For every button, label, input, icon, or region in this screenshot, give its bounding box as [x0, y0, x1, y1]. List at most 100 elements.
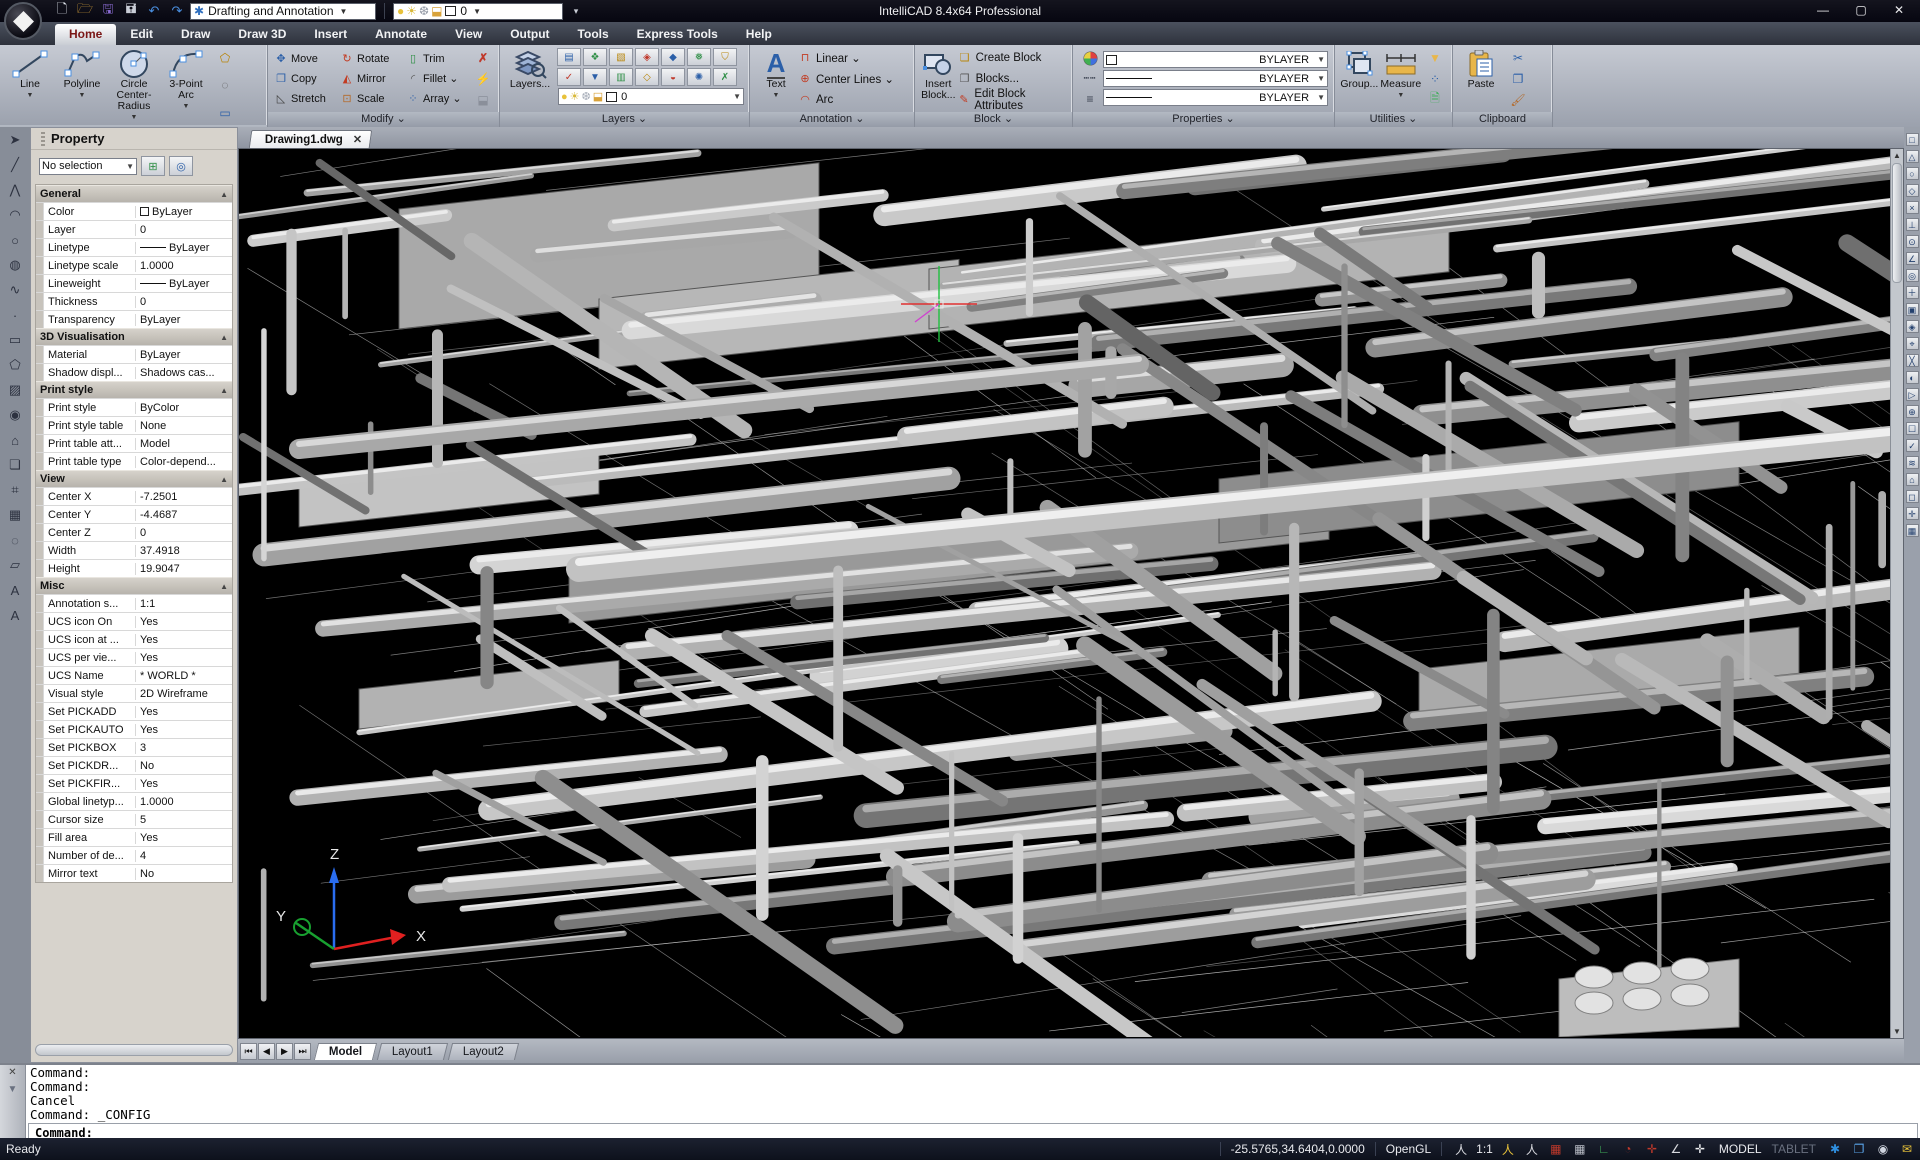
block-edit-block-attributes-button[interactable]: ✎Edit Block Attributes — [958, 91, 1068, 109]
line-icon[interactable]: ╱ — [4, 156, 26, 174]
utilities-group-label[interactable]: Utilities ⌄ — [1335, 112, 1452, 127]
tab-edit[interactable]: Edit — [116, 24, 167, 45]
text-button[interactable]: A Text ▼ — [754, 47, 798, 110]
esnap-tool-icon[interactable]: ✛ — [1906, 507, 1919, 520]
table-icon[interactable]: ▦ — [4, 506, 26, 524]
property-value[interactable]: Yes — [136, 832, 232, 844]
scroll-up-icon[interactable]: ▲ — [1891, 149, 1903, 162]
wipeout-icon[interactable]: ▱ — [4, 556, 26, 574]
esnap-tool-icon[interactable]: ＋ — [1906, 286, 1919, 299]
property-value[interactable]: ByLayer — [136, 349, 232, 361]
block-group-label[interactable]: Block ⌄ — [915, 112, 1072, 127]
modify-mirror-button[interactable]: ◭Mirror — [338, 69, 404, 89]
pointer-icon[interactable]: ➤ — [4, 131, 26, 149]
block-blocks----button[interactable]: ❐Blocks... — [958, 70, 1068, 88]
esnap-tool-icon[interactable]: ◻ — [1906, 490, 1919, 503]
redo-icon[interactable]: ↷ — [167, 2, 187, 20]
circle-icon[interactable]: ○ — [4, 231, 26, 249]
status-renderer[interactable]: OpenGL — [1386, 1142, 1431, 1156]
annotation-scale-icon[interactable]: 人 — [1452, 1141, 1470, 1157]
arc-icon[interactable]: ◠ — [4, 206, 26, 224]
polar-icon[interactable]: ◔ — [1619, 1141, 1637, 1157]
esnap-tool-icon[interactable]: ╳ — [1906, 354, 1919, 367]
maximize-button[interactable]: ▢ — [1842, 0, 1880, 20]
property-value[interactable]: No — [136, 760, 232, 772]
layer-thaw-icon[interactable]: ✺ — [687, 68, 711, 86]
crosshair-icon[interactable]: ✛ — [1691, 1141, 1709, 1157]
insert-block-button[interactable]: Insert Block... — [919, 47, 958, 110]
status-model-toggle[interactable]: MODEL — [1719, 1142, 1762, 1156]
section-header-general[interactable]: General▲ — [36, 185, 232, 202]
esnap-tool-icon[interactable]: ✓ — [1906, 439, 1919, 452]
filter-button[interactable]: ▼ — [1424, 48, 1446, 67]
text-aa-icon[interactable]: A — [4, 606, 26, 624]
property-value[interactable]: ByLayer — [136, 206, 232, 218]
polyline-button[interactable]: Polyline▼ — [56, 47, 108, 123]
property-value[interactable]: Model — [136, 438, 232, 450]
esnap-tool-icon[interactable]: ≋ — [1906, 456, 1919, 469]
new-file-icon[interactable]: 🗋 — [52, 2, 72, 20]
property-value[interactable]: * WORLD * — [136, 670, 232, 682]
status-tablet-toggle[interactable]: TABLET — [1772, 1142, 1816, 1156]
property-value[interactable]: Yes — [136, 778, 232, 790]
esnap-tool-icon[interactable]: ▦ — [1906, 524, 1919, 537]
esnap-tool-icon[interactable]: ▷ — [1906, 388, 1919, 401]
last-layout-icon[interactable]: ⏭ — [294, 1043, 311, 1060]
layer-on-icon[interactable]: ✓ — [557, 68, 581, 86]
audit-button[interactable]: 🗎 — [1424, 90, 1446, 109]
property-value[interactable]: None — [136, 420, 232, 432]
hatch-icon[interactable]: ▨ — [4, 381, 26, 399]
esnap-tool-icon[interactable]: ▣ — [1906, 303, 1919, 316]
match-properties-brush-icon[interactable]: 🖌 — [1507, 90, 1529, 109]
layer-new-icon[interactable]: ❖ — [583, 48, 607, 66]
property-value[interactable]: Yes — [136, 616, 232, 628]
modify-trim-button[interactable]: ▯Trim — [404, 49, 470, 69]
home-icon[interactable]: ⌂ — [4, 431, 26, 449]
layout-tab-layout1[interactable]: Layout1 — [377, 1043, 448, 1060]
undo-icon[interactable]: ↶ — [144, 2, 164, 20]
document-tab[interactable]: Drawing1.dwg ✕ — [249, 130, 373, 148]
tab-express-tools[interactable]: Express Tools — [623, 24, 732, 45]
save-icon[interactable]: 🖫 — [98, 2, 118, 20]
property-panel-scrollbar[interactable] — [35, 1044, 233, 1056]
tab-view[interactable]: View — [441, 24, 496, 45]
esnap-tool-icon[interactable]: □ — [1906, 133, 1919, 146]
application-menu-button[interactable] — [4, 2, 42, 40]
modify-scale-button[interactable]: ⊡Scale — [338, 89, 404, 109]
color-combo[interactable]: BYLAYER▼ — [1103, 51, 1328, 68]
property-value[interactable]: 37.4918 — [136, 545, 232, 557]
block-create-block-button[interactable]: ❏Create Block — [958, 49, 1068, 67]
esnap-tool-icon[interactable]: ◇ — [1906, 184, 1919, 197]
copy-clip-icon[interactable]: ❐ — [1507, 69, 1529, 88]
layout-tab-layout2[interactable]: Layout2 — [448, 1043, 519, 1060]
settings-gear-icon[interactable]: ✱ — [1826, 1141, 1844, 1157]
circle-center-radius-button[interactable]: CircleCenter-Radius▼ — [108, 47, 160, 123]
esnap-icon[interactable]: ✛ — [1643, 1141, 1661, 1157]
tab-draw-3d[interactable]: Draw 3D — [224, 24, 300, 45]
layer-walk-icon[interactable]: ▥ — [609, 68, 633, 86]
esnap-tool-icon[interactable]: ○ — [1906, 167, 1919, 180]
property-value[interactable]: Yes — [136, 724, 232, 736]
modify-fillet-button[interactable]: ◜Fillet ⌄ — [404, 69, 470, 89]
quick-select-button[interactable]: ◎ — [169, 156, 193, 176]
tab-insert[interactable]: Insert — [300, 24, 361, 45]
revision-icon[interactable]: ◌ — [4, 531, 26, 549]
close-button[interactable]: ✕ — [1880, 0, 1918, 20]
property-value[interactable]: Yes — [136, 706, 232, 718]
spline-icon[interactable]: ∿ — [4, 281, 26, 299]
paste-button[interactable]: Paste — [1457, 47, 1505, 110]
property-value[interactable]: 0 — [136, 224, 232, 236]
tab-annotate[interactable]: Annotate — [361, 24, 441, 45]
rectangle-icon[interactable]: ▭ — [4, 331, 26, 349]
minimize-button[interactable]: — — [1804, 0, 1842, 20]
layers-group-label[interactable]: Layers ⌄ — [500, 112, 749, 127]
clipboard-group-label[interactable]: Clipboard — [1453, 112, 1552, 127]
ortho-icon[interactable]: ∟ — [1595, 1141, 1613, 1157]
properties-group-label[interactable]: Properties ⌄ — [1073, 112, 1334, 127]
section-header-3d-visualisation[interactable]: 3D Visualisation▲ — [36, 328, 232, 345]
property-value[interactable]: 1.0000 — [136, 260, 232, 272]
layer-combo[interactable]: ● ☀ ❆ ⬓ 0 ▼ — [558, 88, 744, 105]
prev-layout-icon[interactable]: ◀ — [258, 1043, 275, 1060]
polygon-tool-icon[interactable]: ⬠ — [214, 48, 236, 67]
region-icon[interactable]: ◉ — [4, 406, 26, 424]
